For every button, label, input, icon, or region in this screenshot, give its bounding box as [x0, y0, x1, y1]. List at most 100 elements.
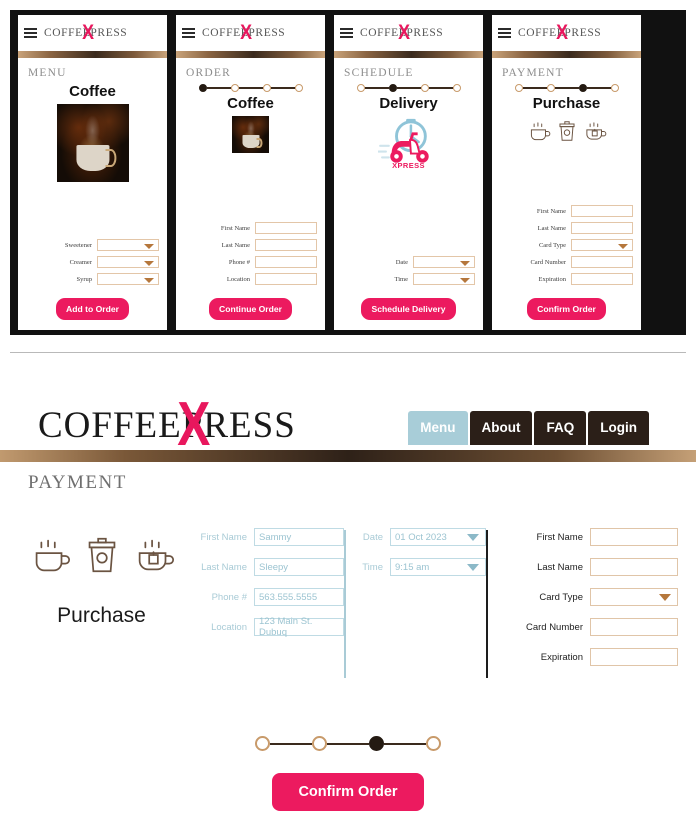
field-label: First Name	[536, 531, 583, 543]
progress-step-4[interactable]	[452, 84, 461, 92]
input-card-number[interactable]	[571, 256, 633, 268]
select-date[interactable]	[413, 256, 475, 268]
payment-field-card-number[interactable]	[590, 618, 678, 636]
progress-connector	[206, 87, 231, 89]
field-row: Time	[342, 273, 475, 285]
delivery-scooter-icon	[376, 118, 429, 163]
mobile-body: PAYMENT Purchase First Name Last Name Card T…	[492, 58, 641, 330]
schedule-info-group: Date 01 Oct 2023 Time 9:15 am	[346, 522, 486, 678]
input-first-name[interactable]	[255, 222, 317, 234]
order-info-group: First Name Sammy Last Name Sleepy Phone # 563…	[189, 522, 344, 678]
order-field-phone[interactable]: 563.555.5555	[254, 588, 344, 606]
mug-shape	[75, 144, 117, 172]
progress-step-4[interactable]	[294, 84, 303, 92]
primary-action-button[interactable]: Confirm Order	[527, 298, 606, 320]
field-label: Last Name	[221, 241, 250, 249]
hamburger-menu-icon[interactable]	[498, 28, 511, 38]
nav-item-faq[interactable]: FAQ	[534, 411, 587, 445]
confirm-order-button[interactable]: Confirm Order	[272, 773, 424, 811]
payment-field-last-name[interactable]	[590, 558, 678, 576]
nav-item-menu[interactable]: Menu	[408, 411, 468, 445]
field-row: Card Number	[500, 256, 633, 268]
brand-x-icon: X	[239, 20, 253, 44]
field-label: Date	[362, 531, 383, 543]
primary-action-button[interactable]: Add to Order	[56, 298, 129, 320]
payment-field-card-type[interactable]	[590, 588, 678, 606]
progress-step-1[interactable]	[255, 736, 270, 751]
progress-step-2[interactable]	[388, 84, 397, 92]
brand-x-icon: X	[397, 20, 411, 44]
select-sweetener[interactable]	[97, 239, 159, 251]
payment-field-expiration[interactable]	[590, 648, 678, 666]
input-phone[interactable]	[255, 256, 317, 268]
togo-cup-icon	[558, 121, 575, 141]
progress-step-2[interactable]	[312, 736, 327, 751]
order-field-location[interactable]: 123 Main St. Dubuq	[254, 616, 344, 638]
progress-step-3[interactable]	[578, 84, 587, 92]
progress-step-3[interactable]	[369, 736, 384, 751]
progress-step-2[interactable]	[546, 84, 555, 92]
field-label: Card Type	[538, 241, 566, 249]
select-card-type[interactable]	[571, 239, 633, 251]
progress-step-4[interactable]	[426, 736, 441, 751]
field-label: Location	[211, 621, 247, 633]
progress-step-1[interactable]	[356, 84, 365, 92]
input-location[interactable]	[255, 273, 317, 285]
brand-name-right: PRESS	[406, 27, 444, 39]
progress-step-3[interactable]	[420, 84, 429, 92]
mobile-screen-menu: COFFEEPRESS X MENU Coffee Sweetener Creamer Sy…	[18, 15, 167, 330]
field-row: First Name	[500, 205, 633, 217]
field-row: Expiration	[510, 648, 678, 666]
brand-logo: COFFEEPRESS X	[360, 22, 444, 43]
field-row: Card Type	[510, 588, 678, 606]
hamburger-menu-icon[interactable]	[182, 28, 195, 38]
field-label: Phone #	[228, 258, 250, 266]
field-label: Location	[226, 275, 250, 283]
input-expiration[interactable]	[571, 273, 633, 285]
brand-gradient-bar	[0, 450, 696, 462]
field-row: Phone # 563.555.5555	[189, 588, 344, 606]
brand-gradient-bar	[18, 51, 167, 58]
select-syrup[interactable]	[97, 273, 159, 285]
progress-step-2[interactable]	[230, 84, 239, 92]
order-field-first-name[interactable]: Sammy	[254, 528, 344, 546]
field-row: Sweetener	[26, 239, 159, 251]
field-label: Card Number	[525, 621, 583, 633]
page-title: PAYMENT	[28, 472, 127, 493]
field-label: Syrup	[76, 275, 92, 283]
schedule-field-date[interactable]: 01 Oct 2023	[390, 528, 486, 546]
field-row: Last Name	[510, 558, 678, 576]
progress-step-3[interactable]	[262, 84, 271, 92]
progress-connector	[327, 742, 369, 745]
schedule-field-time[interactable]: 9:15 am	[390, 558, 486, 576]
brand-x-icon: X	[81, 20, 95, 44]
progress-steps	[0, 736, 696, 751]
primary-action-button[interactable]: Continue Order	[208, 298, 293, 320]
order-field-last-name[interactable]: Sleepy	[254, 558, 344, 576]
progress-step-1[interactable]	[198, 84, 207, 92]
mobile-body: MENU Coffee Sweetener Creamer Syrup Add to Or…	[18, 58, 167, 330]
input-last-name[interactable]	[571, 222, 633, 234]
steam-effect	[246, 121, 255, 136]
tea-cup-icon	[585, 122, 606, 140]
field-label: Time	[394, 275, 409, 283]
progress-step-1[interactable]	[514, 84, 523, 92]
input-first-name[interactable]	[571, 205, 633, 217]
brand-name-left: COFFEE	[38, 405, 182, 446]
primary-action-button[interactable]: Schedule Delivery	[361, 298, 456, 320]
hamburger-menu-icon[interactable]	[340, 28, 353, 38]
payment-field-first-name[interactable]	[590, 528, 678, 546]
nav-item-login[interactable]: Login	[588, 411, 649, 445]
select-creamer[interactable]	[97, 256, 159, 268]
select-time[interactable]	[413, 273, 475, 285]
field-row: First Name	[184, 222, 317, 234]
progress-connector	[586, 87, 611, 89]
nav-item-about[interactable]: About	[469, 411, 533, 445]
brand-name-right: PRESS	[90, 27, 128, 39]
section-label: SCHEDULE	[344, 67, 414, 79]
hamburger-menu-icon[interactable]	[24, 28, 37, 38]
screen-title: Delivery	[379, 95, 438, 112]
section-label: MENU	[28, 67, 67, 79]
input-last-name[interactable]	[255, 239, 317, 251]
progress-step-4[interactable]	[610, 84, 619, 92]
